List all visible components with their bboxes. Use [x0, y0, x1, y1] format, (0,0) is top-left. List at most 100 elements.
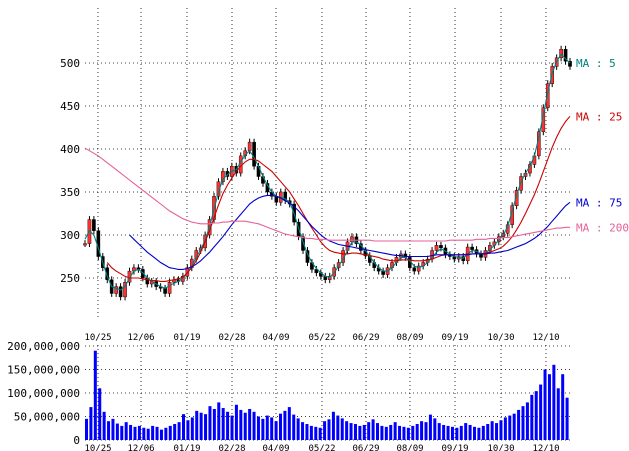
ma-label: MA : 75: [576, 196, 622, 209]
ma-legend: MA : 5 MA : 25 MA : 75 MA : 200: [576, 57, 629, 234]
candle-body: [92, 219, 96, 231]
price-x-tick-label: 09/19: [441, 333, 468, 343]
volume-bar: [287, 407, 291, 440]
volume-bar: [120, 425, 124, 440]
price-x-tick-label: 08/09: [396, 333, 423, 343]
volume-bar: [217, 402, 221, 440]
volume-bar: [424, 422, 428, 440]
candle-body: [470, 246, 474, 250]
volume-bar: [256, 416, 260, 440]
candle-body: [252, 141, 256, 167]
volume-bar: [107, 421, 111, 440]
volume-bar: [234, 404, 238, 440]
volume-bar: [164, 427, 168, 440]
volume-x-tick-label: 10/30: [487, 444, 514, 451]
volume-bar: [486, 424, 490, 440]
volume-y-tick-label: 100,000,000: [7, 387, 80, 400]
volume-bar: [279, 413, 283, 440]
candle-body: [350, 236, 354, 243]
volume-bar: [195, 410, 199, 440]
ma-label: MA : 200: [576, 221, 629, 234]
volume-bar: [512, 413, 516, 440]
volume-bar: [142, 427, 146, 440]
volume-bar: [243, 412, 247, 440]
price-x-tick-label: 10/25: [84, 333, 111, 343]
volume-bar: [459, 425, 463, 440]
volume-x-tick-label: 06/29: [352, 444, 379, 451]
volume-bar: [525, 402, 529, 440]
volume-bar: [371, 419, 375, 440]
volume-bar: [270, 417, 274, 440]
volume-x-tick-label: 09/19: [441, 444, 468, 451]
candle-body: [434, 245, 439, 251]
volume-bar: [420, 421, 424, 440]
volume-bar: [398, 425, 402, 440]
price-x-tick-label: 02/28: [218, 333, 245, 343]
volume-bar: [168, 425, 172, 440]
volume-bar: [327, 419, 331, 440]
volume-bar: [283, 410, 287, 440]
volume-bar: [274, 421, 278, 440]
volume-bar: [446, 425, 450, 440]
volume-bar: [406, 427, 410, 440]
volume-bar: [129, 424, 133, 440]
price-y-axis: 250 300 350 400 450 500: [60, 57, 80, 285]
candle-body: [83, 243, 87, 246]
volume-x-tick-label: 12/10: [532, 444, 559, 451]
volume-y-tick-label: 50,000,000: [14, 411, 80, 424]
volume-x-tick-label: 02/28: [218, 444, 245, 451]
volume-bar: [309, 425, 313, 440]
volume-bar: [102, 411, 106, 440]
grid-lines: [85, 8, 570, 441]
price-y-tick-label: 350: [60, 186, 80, 199]
candle-body: [439, 245, 443, 249]
volume-bar: [508, 415, 512, 440]
volume-bar: [199, 412, 203, 440]
volume-x-tick-label: 12/06: [127, 444, 154, 451]
volume-bar: [305, 424, 309, 440]
volume-bar: [323, 421, 327, 440]
volume-bar: [115, 423, 119, 440]
volume-bar: [367, 422, 371, 440]
volume-bar: [547, 374, 551, 440]
ma-label: MA : 25: [576, 110, 622, 123]
ma-line-25: [106, 115, 571, 282]
volume-bar: [239, 409, 243, 440]
volume-bar: [111, 418, 115, 440]
volume-bar: [393, 422, 397, 440]
volume-bar: [318, 427, 322, 440]
price-y-tick-label: 450: [60, 100, 80, 113]
volume-bar: [450, 426, 454, 440]
volume-x-tick-label: 08/09: [396, 444, 423, 451]
volume-x-tick-label: 04/09: [262, 444, 289, 451]
volume-bar: [331, 411, 335, 440]
volume-bar: [204, 414, 208, 440]
stock-chart: 250 300 350 400 450 500 0 50,000,000 100,000,00…: [7, 8, 629, 451]
volume-bar: [177, 422, 181, 440]
volume-bar: [173, 424, 177, 440]
volume-x-tick-label: 01/19: [173, 444, 200, 451]
ma-line-5: [84, 53, 571, 291]
price-y-tick-label: 400: [60, 143, 80, 156]
volume-bar: [521, 406, 525, 440]
volume-bar: [226, 411, 230, 440]
volume-bar: [389, 424, 393, 440]
volume-bar: [265, 415, 269, 440]
volume-bar: [517, 409, 521, 440]
volume-bar: [481, 425, 485, 440]
volume-bar: [503, 417, 507, 440]
volume-bar: [437, 423, 441, 440]
volume-bar: [182, 414, 186, 440]
candle-body: [118, 286, 123, 298]
volume-bar: [340, 418, 344, 440]
candle-body: [167, 282, 172, 294]
volume-bar: [248, 408, 252, 440]
volume-bar: [543, 369, 547, 440]
volume-bar: [565, 397, 569, 440]
volume-bar: [296, 418, 300, 440]
volume-bar: [349, 423, 353, 440]
moving-average-lines: [84, 53, 571, 291]
volume-bar: [186, 420, 190, 440]
ma-line-200: [84, 147, 570, 242]
volume-bar: [464, 423, 468, 440]
